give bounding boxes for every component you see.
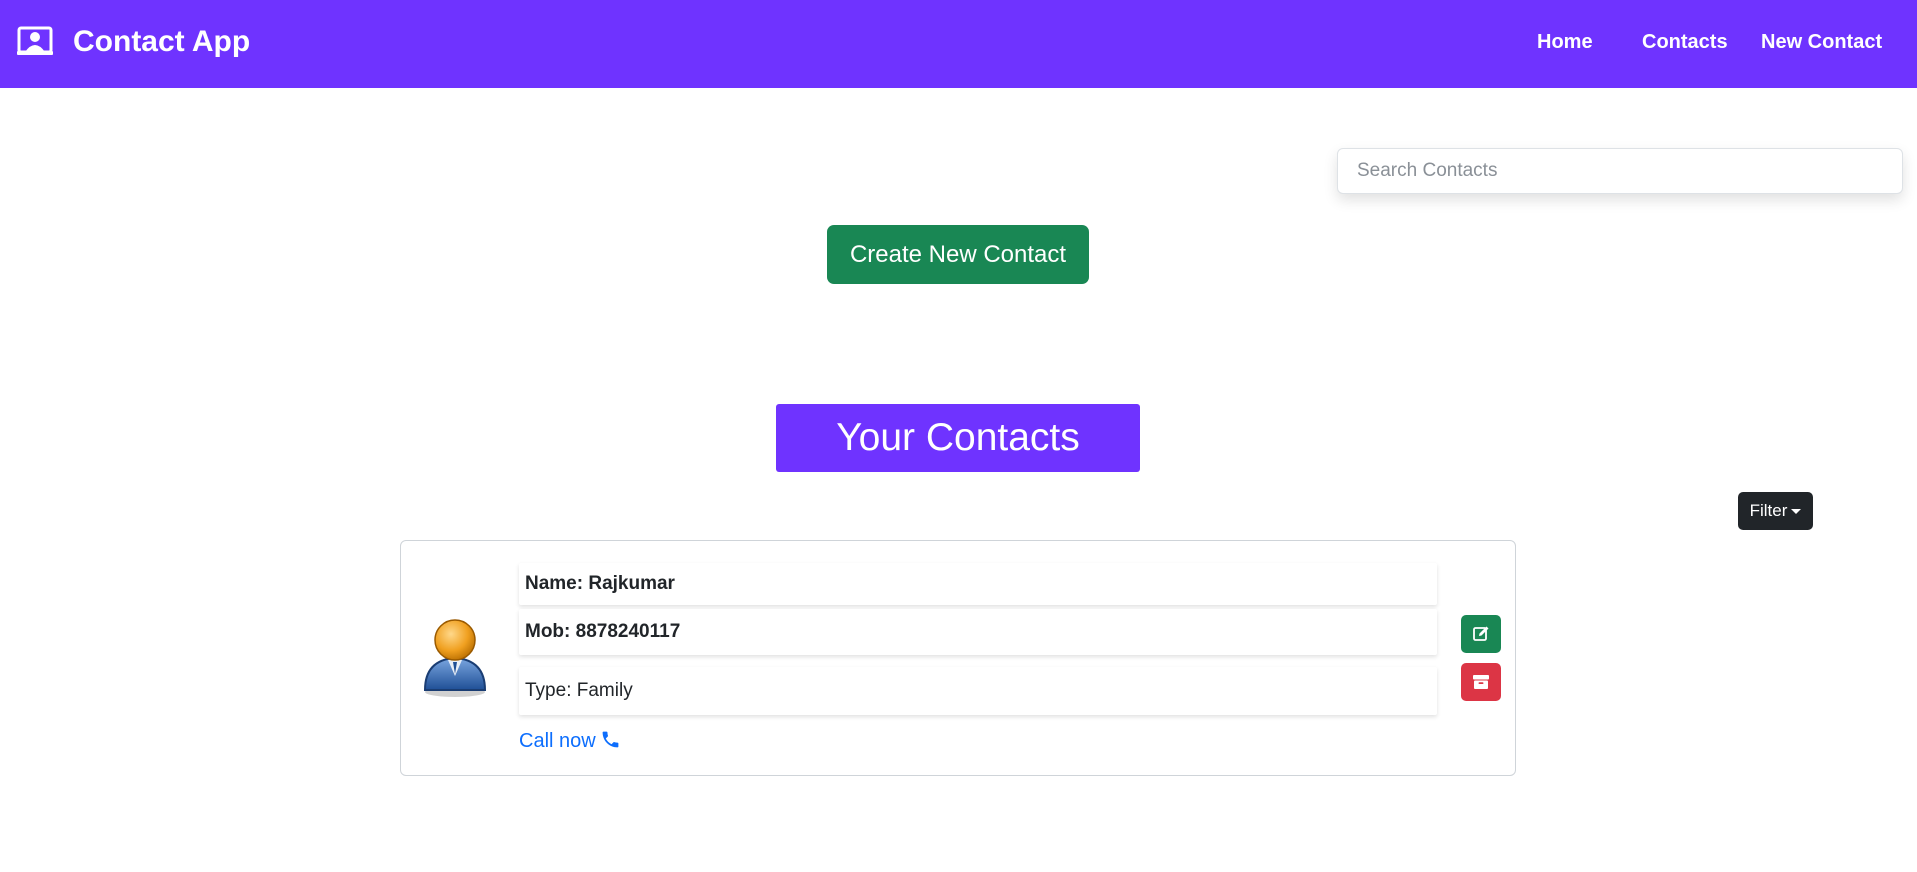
- nav-home[interactable]: Home: [1537, 30, 1593, 54]
- contact-card-icon[interactable]: [17, 26, 53, 56]
- contact-name: Name: Rajkumar: [519, 563, 1437, 605]
- caret-down-icon: [1791, 509, 1802, 515]
- archive-icon: [1473, 675, 1489, 689]
- contact-mobile: Mob: 8878240117: [519, 609, 1437, 655]
- contact-type: Type: Family: [519, 667, 1437, 715]
- create-new-contact-button[interactable]: Create New Contact: [827, 225, 1089, 284]
- call-now-link[interactable]: Call now: [519, 729, 621, 753]
- edit-contact-button[interactable]: [1461, 615, 1501, 653]
- nav-new-contact[interactable]: New Contact: [1761, 30, 1882, 54]
- call-now-label: Call now: [519, 730, 596, 752]
- navbar: Contact App Home Contacts New Contact: [0, 0, 1917, 88]
- search-input[interactable]: [1337, 148, 1903, 194]
- phone-icon: [602, 731, 619, 748]
- filter-label: Filter: [1749, 501, 1788, 520]
- edit-icon: [1473, 626, 1489, 641]
- nav-contacts[interactable]: Contacts: [1642, 30, 1728, 54]
- filter-dropdown-button[interactable]: Filter: [1738, 492, 1813, 530]
- contact-card: Name: Rajkumar Mob: 8878240117 Type: Fam…: [400, 540, 1516, 776]
- delete-contact-button[interactable]: [1461, 663, 1501, 701]
- app-title[interactable]: Contact App: [73, 24, 250, 60]
- page-heading: Your Contacts: [776, 404, 1140, 472]
- user-avatar-icon: [423, 619, 487, 697]
